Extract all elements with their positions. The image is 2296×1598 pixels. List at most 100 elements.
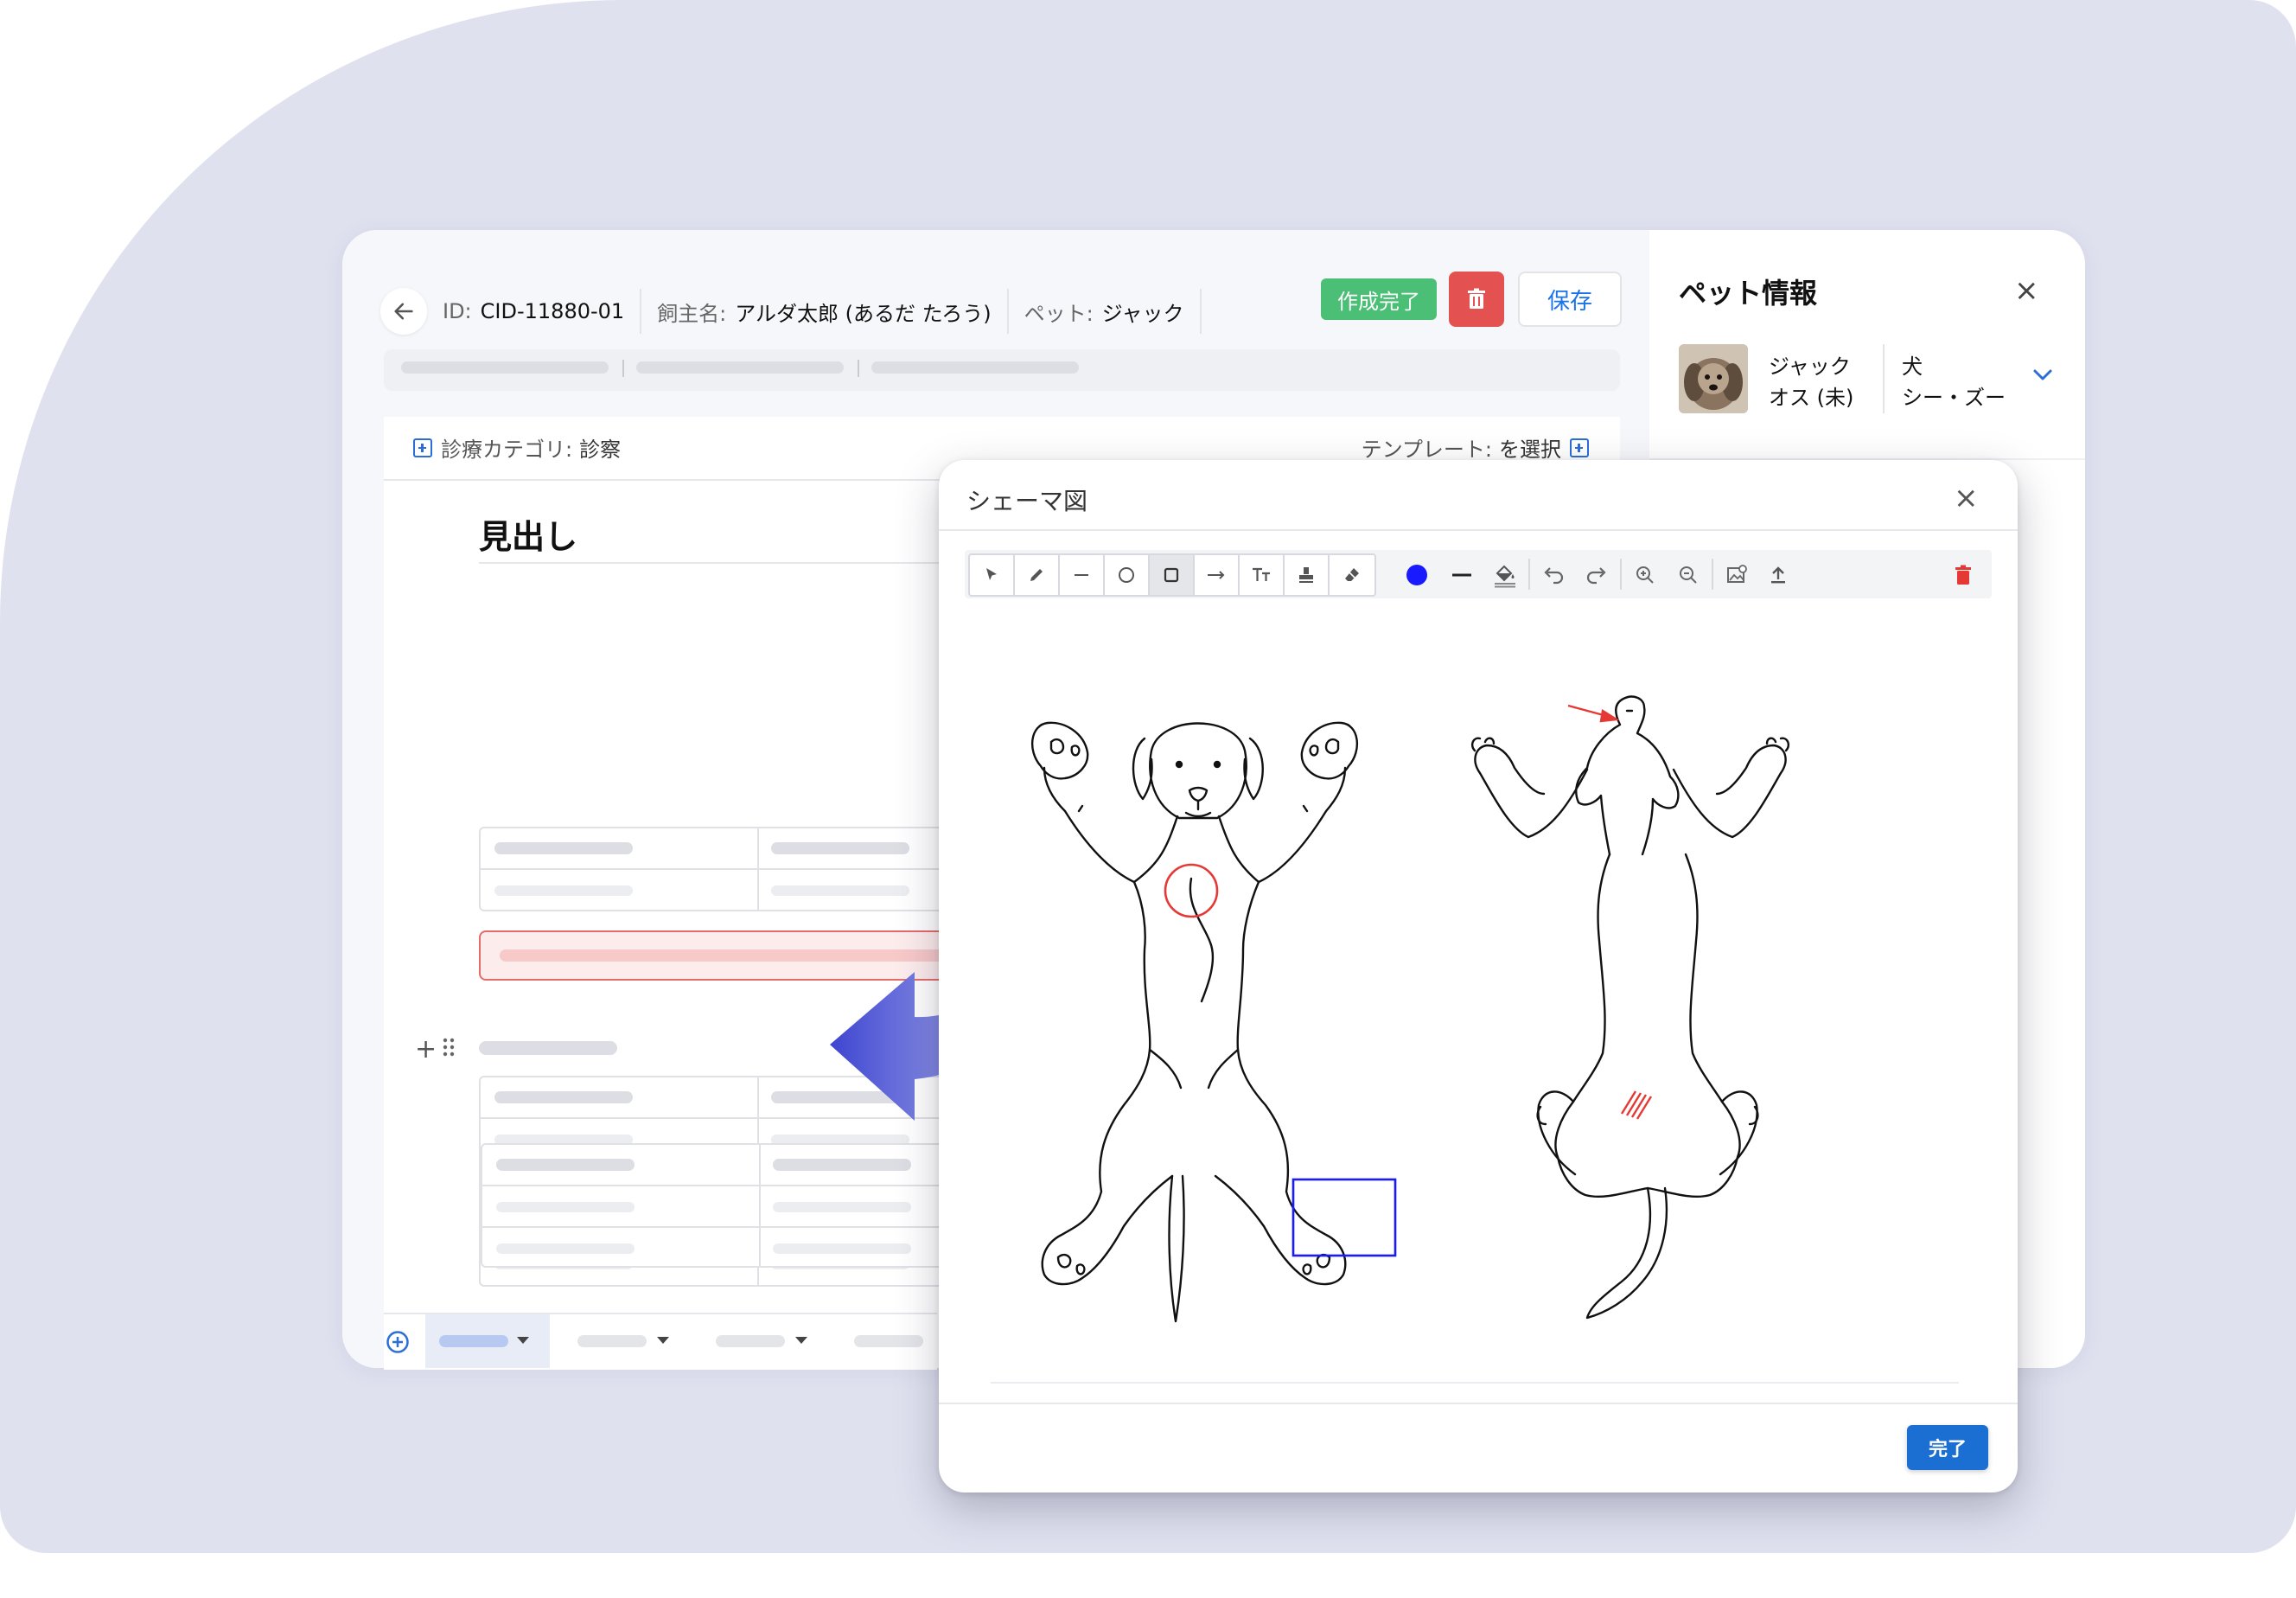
divider	[939, 1403, 2018, 1404]
add-square-icon	[413, 438, 432, 457]
undo-icon[interactable]	[1540, 562, 1566, 588]
dog-front-torso	[1041, 880, 1174, 1286]
circle-icon[interactable]	[1105, 555, 1150, 595]
eraser-icon[interactable]	[1330, 555, 1374, 595]
annotation-rectangle	[1292, 1178, 1397, 1257]
add-circle-icon[interactable]	[386, 1330, 410, 1358]
record-id-label: ID:	[443, 299, 472, 323]
fill-icon[interactable]	[1492, 562, 1518, 588]
zoom-in-icon[interactable]	[1632, 562, 1658, 588]
divider	[858, 360, 859, 377]
dog-back-head	[1575, 695, 1680, 856]
divider	[1620, 559, 1622, 590]
pet-label: ペット:	[1024, 301, 1094, 326]
template-selector[interactable]: テンプレート: を選択	[1362, 432, 1589, 463]
tab-dropdown[interactable]	[562, 1314, 683, 1368]
arrow-line-icon[interactable]	[1195, 555, 1240, 595]
save-button[interactable]: 保存	[1518, 272, 1622, 327]
zoom-out-icon[interactable]	[1675, 562, 1701, 588]
caret-down-icon	[657, 1337, 669, 1344]
category-selector[interactable]: 診療カテゴリ: 診察	[413, 432, 621, 463]
data-table	[481, 1143, 941, 1268]
text-icon[interactable]	[1240, 555, 1285, 595]
pet-avatar	[1679, 344, 1748, 413]
delete-icon[interactable]	[1950, 562, 1976, 588]
placeholder-bar	[479, 1041, 617, 1055]
category-value: 診察	[579, 438, 622, 462]
redo-icon[interactable]	[1584, 562, 1610, 588]
divider	[640, 289, 642, 334]
drag-handle-icon[interactable]	[443, 1038, 455, 1060]
table-row	[482, 1185, 941, 1186]
template-value: を選択	[1499, 438, 1561, 462]
delete-button[interactable]	[1449, 272, 1504, 327]
pencil-icon[interactable]	[1015, 555, 1060, 595]
table-row	[482, 1226, 941, 1228]
placeholder-bar	[494, 842, 633, 854]
sub-navigation	[384, 349, 1620, 391]
owner-info: 飼主名: アルダ太郎 (あるだ たろう)	[657, 297, 991, 327]
dog-front-left-arm	[1043, 766, 1179, 884]
tab-dropdown-active[interactable]	[425, 1314, 550, 1368]
dog-back-torso	[1554, 853, 1741, 1198]
color-picker-icon[interactable]	[1404, 562, 1430, 588]
placeholder-bar	[871, 361, 1079, 374]
pet-breed: シー・ズー	[1902, 386, 2006, 410]
placeholder-bar	[771, 842, 909, 854]
pet-sex: オス (未)	[1769, 386, 1854, 410]
pet-name: ジャック	[1101, 301, 1184, 326]
stroke-width-icon[interactable]	[1449, 562, 1475, 588]
stamp-icon[interactable]	[1285, 555, 1330, 595]
drawing-toolbar	[965, 550, 1992, 598]
placeholder-bar	[577, 1335, 647, 1347]
section-heading[interactable]: 見出し	[479, 510, 577, 558]
data-table	[479, 827, 1018, 911]
add-square-icon	[1570, 438, 1589, 457]
upload-icon[interactable]	[1765, 562, 1791, 588]
placeholder-bar	[494, 1091, 633, 1103]
panel-title: ペット情報	[1679, 277, 1818, 310]
placeholder-bar	[773, 1159, 911, 1171]
placeholder-bar	[773, 1243, 911, 1254]
tab-dropdown[interactable]	[839, 1314, 935, 1368]
completed-status-button[interactable]: 作成完了	[1321, 278, 1437, 320]
pet-name: ジャック	[1769, 355, 1851, 379]
add-block-icon[interactable]: +	[415, 1034, 437, 1064]
tab-dropdown[interactable]	[700, 1314, 821, 1368]
back-button[interactable]	[380, 288, 427, 335]
pet-info: ペット: ジャック	[1024, 297, 1184, 327]
record-id: ID: CID-11880-01	[443, 299, 624, 323]
caret-down-icon	[795, 1337, 807, 1344]
placeholder-bar	[439, 1335, 508, 1347]
complete-button[interactable]: 完了	[1907, 1425, 1988, 1470]
placeholder-bar	[401, 361, 609, 374]
owner-name: アルダ太郎 (あるだ たろう)	[735, 301, 992, 326]
placeholder-bar	[771, 885, 909, 896]
pet-species: 犬	[1902, 355, 1923, 379]
divider	[1883, 344, 1885, 413]
close-icon[interactable]: ×	[2014, 273, 2039, 308]
dog-schema-drawing	[1030, 695, 1790, 1323]
placeholder-bar	[636, 361, 844, 374]
chevron-down-icon[interactable]	[2033, 368, 2052, 385]
select-arrow-icon[interactable]	[970, 555, 1015, 595]
record-id-value: CID-11880-01	[480, 299, 625, 323]
dialog-title: シェーマ図	[966, 487, 1088, 515]
dog-front-tail	[1168, 1174, 1185, 1323]
annotation-hatch	[1620, 1090, 1653, 1120]
close-icon[interactable]: ×	[1954, 481, 1979, 515]
dog-back-arm-right	[1672, 744, 1787, 839]
line-icon[interactable]	[1060, 555, 1105, 595]
template-label: テンプレート:	[1361, 438, 1492, 462]
dog-back-arm-left	[1474, 744, 1589, 839]
placeholder-bar	[773, 1202, 911, 1212]
background-image-icon[interactable]	[1724, 562, 1750, 588]
rectangle-icon[interactable]	[1150, 555, 1195, 595]
drawing-canvas[interactable]	[991, 621, 1959, 1384]
placeholder-bar	[716, 1335, 785, 1347]
placeholder-bar	[854, 1335, 923, 1347]
placeholder-bar	[496, 1159, 635, 1171]
divider	[1712, 559, 1713, 590]
category-label: 診療カテゴリ:	[441, 438, 573, 462]
tool-group	[968, 553, 1376, 597]
